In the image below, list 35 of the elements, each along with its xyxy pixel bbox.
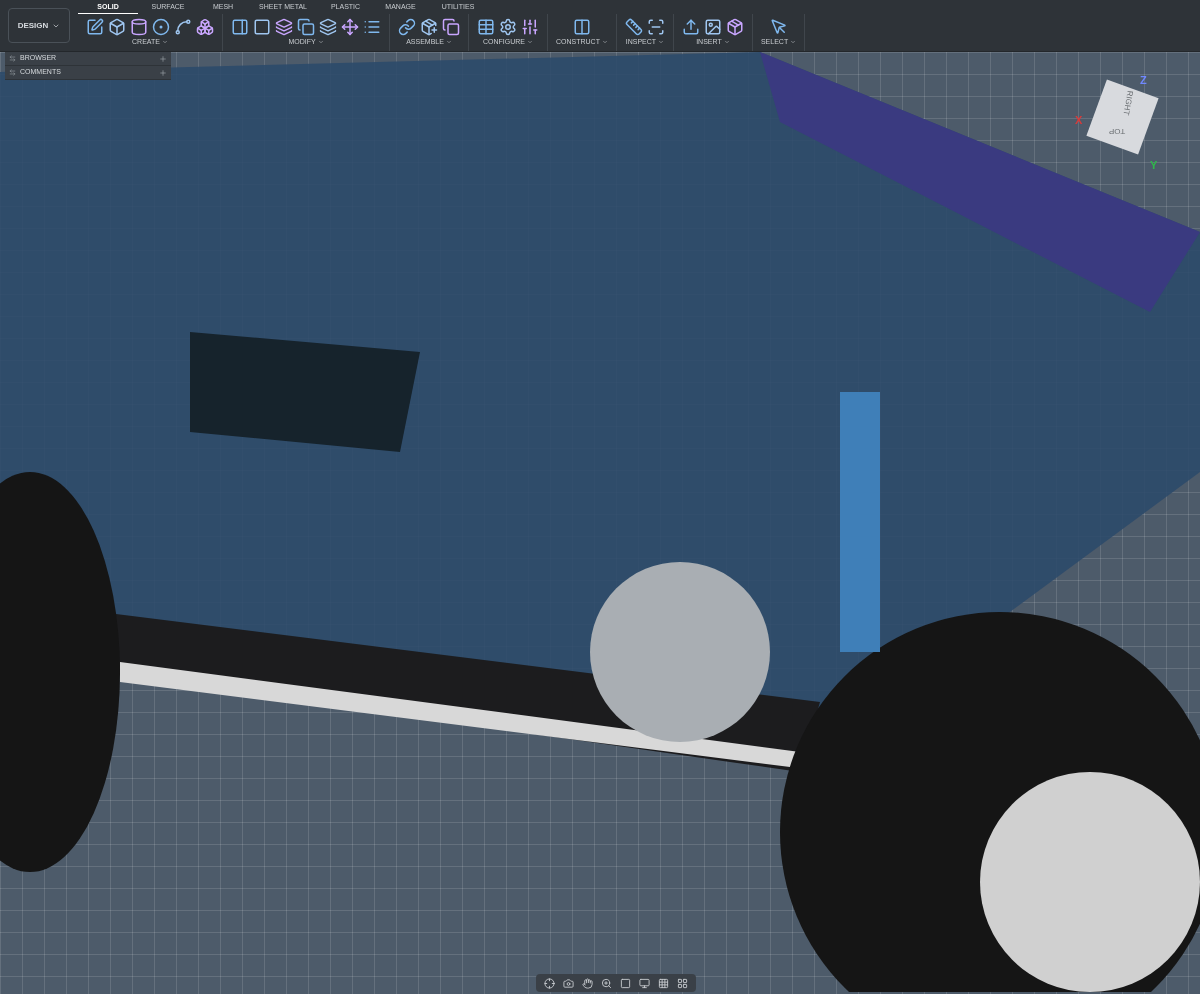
caret-icon: [161, 38, 168, 45]
camera-icon[interactable]: [563, 977, 574, 989]
zoom-icon[interactable]: [601, 977, 612, 989]
move-icon[interactable]: [341, 18, 359, 36]
select-icon[interactable]: [769, 18, 788, 36]
sketch-icon[interactable]: [86, 18, 104, 36]
caret-icon: [601, 38, 608, 45]
workspace-menu[interactable]: DESIGN: [8, 8, 70, 43]
display-icon[interactable]: [639, 977, 650, 989]
layers-icon[interactable]: [319, 18, 337, 36]
image-icon[interactable]: [703, 18, 722, 36]
sliders-icon[interactable]: [521, 18, 539, 36]
list-icon[interactable]: [363, 18, 381, 36]
grid-icon[interactable]: [658, 977, 669, 989]
caret-icon: [317, 38, 324, 45]
cylinder-icon[interactable]: [130, 18, 148, 36]
ruler-icon[interactable]: [624, 18, 643, 36]
insert-icon[interactable]: [681, 18, 700, 36]
box-icon[interactable]: [108, 18, 126, 36]
caret-icon: [790, 38, 797, 45]
joint-icon[interactable]: [398, 18, 416, 36]
pan-icon[interactable]: [582, 977, 593, 989]
shell-icon[interactable]: [275, 18, 293, 36]
axis-label: X: [1075, 113, 1083, 128]
axis-label: Y: [1150, 158, 1158, 173]
caret-icon: [527, 38, 533, 45]
orbit-icon[interactable]: [544, 977, 555, 989]
cube-face-label: RIGHT: [1120, 89, 1136, 117]
caret-icon: [723, 38, 730, 45]
cube-face-label: TOP: [1109, 126, 1126, 138]
table-icon[interactable]: [477, 18, 495, 36]
caret-icon: [445, 38, 452, 45]
caret-icon: [658, 38, 665, 45]
package-icon[interactable]: [725, 18, 744, 36]
settings-icon[interactable]: [499, 18, 517, 36]
